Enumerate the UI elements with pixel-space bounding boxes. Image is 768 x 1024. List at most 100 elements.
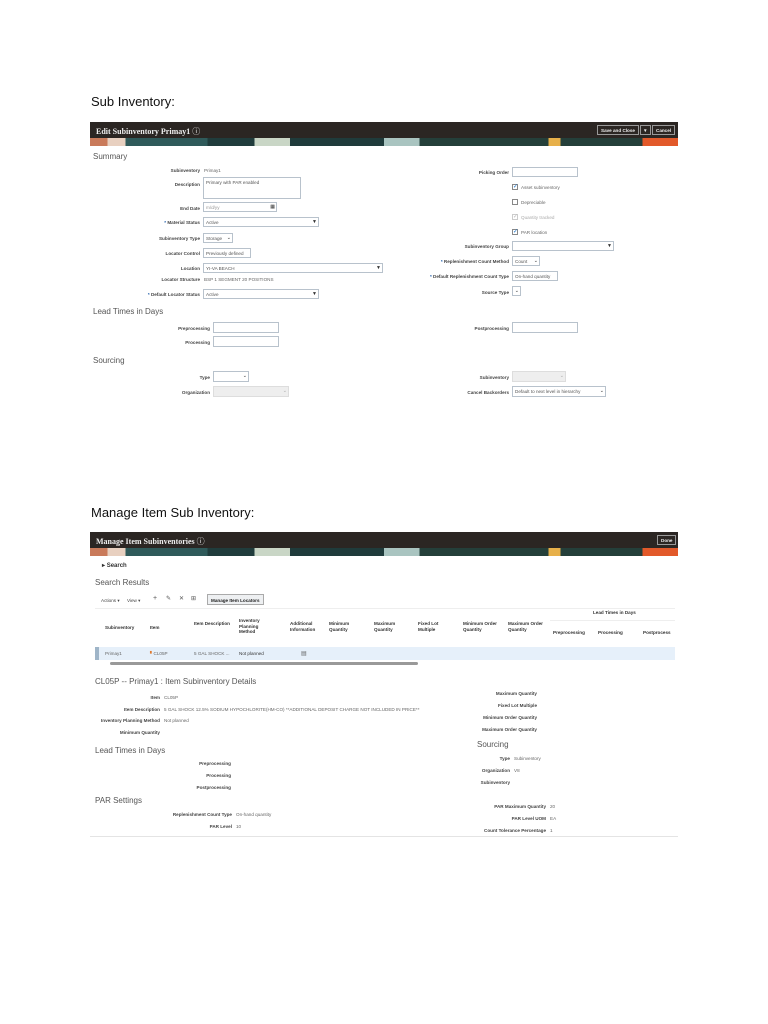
item-value: CL05P (164, 695, 179, 700)
details-title: CL05P -- Primay1 : Item Subinventory Det… (95, 677, 257, 686)
chevron-down-icon: ⌄ (226, 235, 231, 241)
column-header[interactable]: Minimum Quantity (329, 621, 359, 632)
chevron-down-icon: ⌄ (533, 258, 538, 264)
processing-label: Processing (206, 773, 231, 778)
column-header[interactable]: Item Description (194, 621, 230, 627)
par-maximum-quantity-value: 20 (550, 804, 556, 809)
minimum-order-quantity-label: Minimum Order Quantity (483, 715, 537, 720)
material-status-select[interactable]: Active ▼ (203, 217, 319, 227)
calendar-icon[interactable]: ▦ (270, 204, 275, 210)
horizontal-scrollbar[interactable] (110, 662, 418, 665)
locator-control-select[interactable]: Previously defined (203, 248, 251, 258)
panel-header: Edit Subinventory Primay1 ⓘ (90, 122, 678, 138)
preprocessing-input[interactable] (213, 322, 279, 333)
subinventory-type-select[interactable]: Storage ⌄ (203, 233, 233, 243)
description-textarea[interactable]: Primary with PAR enabled (203, 177, 301, 199)
end-date-input[interactable]: m/d/yy ▦ (203, 202, 277, 212)
postprocessing-label: Postprocessing (196, 785, 231, 790)
column-header[interactable]: Fixed Lot Multiple (418, 621, 448, 632)
chevron-down-icon: ⌄ (282, 388, 287, 394)
additional-info-icon[interactable]: ▤ (301, 650, 307, 657)
actions-menu[interactable]: Actions ▾ (101, 598, 120, 604)
dropdown-icon: ▼ (312, 219, 317, 225)
subinventory-type-label: Subinventory Type (158, 236, 200, 241)
source-type-select[interactable]: ⌄ (512, 286, 521, 296)
help-icon[interactable]: ⓘ (192, 127, 200, 136)
column-header[interactable]: Minimum Order Quantity (463, 621, 505, 632)
replenishment-count-method-select[interactable]: Count ⌄ (512, 256, 540, 266)
page-title: Edit Subinventory Primay1 (96, 127, 191, 136)
column-header[interactable]: Maximum Order Quantity (508, 621, 550, 632)
manage-item-subinventories-panel: Manage Item Subinventories ⓘ Done ▸ Sear… (90, 532, 678, 837)
save-and-close-button[interactable]: Save and Close (597, 125, 639, 135)
dropdown-icon: ▼ (312, 291, 317, 297)
cell-planning-method: Not planned (239, 651, 264, 656)
column-header[interactable]: Postprocess (643, 630, 671, 636)
chevron-down-icon: ⌄ (559, 373, 564, 379)
search-toggle[interactable]: ▸ Search (102, 562, 127, 569)
cancel-backorders-select[interactable]: Default to next level in hierarchy ⌄ (512, 386, 606, 397)
par-location-label: PAR location (521, 230, 548, 235)
asset-subinventory-checkbox[interactable]: ✓ (512, 184, 518, 190)
summary-heading: Summary (93, 152, 128, 161)
processing-input[interactable] (213, 336, 279, 347)
preprocessing-label: Preprocessing (199, 761, 231, 766)
replenishment-count-method-label: * Replenishment Count Method (440, 259, 509, 264)
column-header[interactable]: Maximum Quantity (374, 621, 404, 632)
type-select[interactable]: ⌄ (213, 371, 249, 382)
source-type-label: Source Type (481, 290, 509, 295)
save-menu-button[interactable]: ▼ (640, 125, 651, 135)
lead-times-group-header: Lead Times in Days (593, 610, 636, 615)
freeze-icon[interactable]: ⊞ (191, 595, 196, 602)
replenishment-count-method-text: Replenishment Count Method (443, 259, 509, 264)
edit-subinventory-panel: Edit Subinventory Primay1 ⓘ Save and Clo… (90, 122, 678, 407)
item-description-label: Item Description (124, 707, 160, 712)
postprocessing-label: Postprocessing (474, 326, 509, 331)
banner-image (90, 548, 678, 556)
done-button[interactable]: Done (657, 535, 677, 545)
add-icon[interactable]: + (153, 595, 157, 602)
default-replenishment-count-type-value: On-hand quantity (515, 274, 551, 279)
page-title: Manage Item Subinventories (96, 537, 195, 546)
location-value: YI-VA BEACH (206, 266, 235, 271)
par-location-checkbox[interactable]: ✓ (512, 229, 518, 235)
cell-description: 5 GAL SHOCK ... (194, 651, 230, 656)
material-status-value: Active (206, 220, 219, 225)
location-select[interactable]: YI-VA BEACH ▼ (203, 263, 383, 273)
par-maximum-quantity-label: PAR Maximum Quantity (494, 804, 546, 809)
details-lead-times-heading: Lead Times in Days (95, 746, 166, 755)
subinventory-type-value: Storage (206, 236, 223, 241)
column-header[interactable]: Additional Information (290, 621, 324, 632)
location-label: Location (180, 266, 200, 271)
cell-item[interactable]: ▘CL05P (150, 651, 168, 657)
default-locator-status-select[interactable]: Active ▼ (203, 289, 319, 299)
sourcing-subinventory-label: Subinventory (480, 780, 510, 785)
subinventory-group-select[interactable]: ▼ (512, 241, 614, 251)
column-header[interactable]: Preprocessing (553, 630, 585, 636)
postprocessing-input[interactable] (512, 322, 578, 333)
view-menu[interactable]: View ▾ (127, 598, 140, 604)
end-date-placeholder: m/d/yy (206, 205, 220, 210)
edit-icon[interactable]: ✎ (166, 595, 171, 602)
sourcing-type-label: Type (499, 756, 510, 761)
column-header[interactable]: Subinventory (105, 625, 134, 631)
par-level-uom-value: EA (550, 816, 557, 821)
count-tolerance-label: Count Tolerance Percentage (484, 828, 546, 833)
column-header[interactable]: Processing (598, 630, 623, 636)
column-header[interactable]: Inventory Planning Method (239, 618, 273, 635)
help-icon[interactable]: ⓘ (197, 537, 205, 546)
planning-method-label: Inventory Planning Method (101, 718, 160, 723)
picking-order-input[interactable] (512, 167, 578, 177)
delete-icon[interactable]: ✕ (179, 595, 184, 602)
manage-item-locators-button[interactable]: Manage Item Locators (207, 594, 264, 605)
depreciable-checkbox[interactable] (512, 199, 518, 205)
end-date-label: End Date (180, 206, 200, 211)
depreciable-label: Depreciable (521, 200, 546, 205)
cancel-button[interactable]: Cancel (652, 125, 676, 135)
description-label: Description (174, 182, 200, 187)
cell-item-text: CL05P (153, 651, 168, 656)
table-row[interactable]: Primay1 ▘CL05P 5 GAL SHOCK ... Not plann… (95, 647, 675, 660)
default-replenishment-count-type-select[interactable]: On-hand quantity (512, 271, 558, 281)
column-header[interactable]: Item (150, 625, 159, 631)
cancel-backorders-label: Cancel Backorders (467, 390, 509, 395)
